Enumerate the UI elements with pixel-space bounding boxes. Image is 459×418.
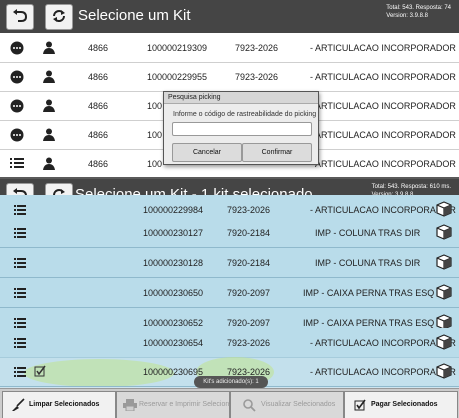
view-selected-button[interactable]: Visualizar Selecionados bbox=[230, 391, 344, 418]
kit-desc: IMP - COLUNA TRAS DIR bbox=[315, 228, 421, 238]
kit-id: 4866 bbox=[88, 43, 109, 53]
kit-row[interactable]: 100000230128 7920-2184 IMP - COLUNA TRAS… bbox=[0, 248, 459, 278]
toast-message: Kit's adicionado(s): 1 bbox=[194, 376, 268, 388]
kit-ref: 7920-2097 bbox=[227, 318, 271, 328]
pay-selected-button[interactable]: Pagar Selecionados bbox=[344, 391, 458, 418]
kit-desc: - ARTICULACAO INCORPORADOR I bbox=[310, 72, 459, 82]
clear-selected-label: Limpar Selecionados bbox=[29, 401, 100, 408]
package-icon[interactable] bbox=[436, 254, 452, 270]
refresh-icon bbox=[53, 10, 65, 22]
kit-row[interactable]: 100000230654 7923-2026 - ARTICULACAO INC… bbox=[0, 328, 459, 358]
kit-ref: 7923-2026 bbox=[227, 338, 271, 348]
kit-code: 100000230654 bbox=[143, 338, 204, 348]
response-info: Total: 543. Resposta: 74 bbox=[386, 5, 451, 11]
list-icon[interactable] bbox=[14, 228, 26, 238]
search-icon bbox=[243, 399, 256, 412]
checkbox-checked-icon[interactable] bbox=[34, 365, 46, 377]
list-icon[interactable] bbox=[14, 258, 26, 268]
list-icon[interactable] bbox=[10, 157, 24, 169]
more-icon[interactable] bbox=[10, 41, 24, 55]
page-title: Selecione um Kit bbox=[78, 7, 191, 24]
reserve-print-button[interactable]: Reservar e Imprimir Seleciona bbox=[116, 391, 234, 418]
kit-code: 100 bbox=[147, 130, 163, 140]
view-selected-label: Visualizar Selecionados bbox=[261, 401, 336, 408]
more-icon[interactable] bbox=[10, 128, 24, 142]
more-icon[interactable] bbox=[10, 70, 24, 84]
kit-ref: 7920-2184 bbox=[227, 228, 271, 238]
top-screen: Selecione um Kit Total: 543. Resposta: 7… bbox=[0, 0, 459, 175]
kit-code: 100000229955 bbox=[147, 72, 208, 82]
list-icon[interactable] bbox=[14, 338, 26, 348]
kit-desc: IMP - CAIXA PERNA TRAS ESQ bbox=[303, 288, 435, 298]
bottom-screen: Selecione um Kit - 1 kit selecionado Tot… bbox=[0, 177, 459, 418]
package-icon[interactable] bbox=[436, 201, 452, 217]
kit-desc: IMP - COLUNA TRAS DIR bbox=[315, 258, 421, 268]
kit-desc: - ARTICULACAO INCORPORADOR I bbox=[310, 43, 459, 53]
dialog-message: Informe o código de rastreabilidade do p… bbox=[173, 111, 317, 118]
kit-desc: IMP - CAIXA PERNA TRAS ESQ bbox=[303, 318, 435, 328]
list-icon[interactable] bbox=[14, 288, 26, 298]
kit-id: 4866 bbox=[88, 130, 109, 140]
kit-code: 100000230127 bbox=[143, 228, 204, 238]
kit-code: 100000229984 bbox=[143, 205, 204, 215]
user-icon bbox=[43, 128, 55, 141]
user-icon bbox=[43, 157, 55, 170]
pay-selected-label: Pagar Selecionados bbox=[371, 401, 438, 408]
kit-code: 100000230652 bbox=[143, 318, 204, 328]
kit-code: 100000230695 bbox=[143, 367, 204, 377]
kit-row[interactable]: 100000230650 7920-2097 IMP - CAIXA PERNA… bbox=[0, 278, 459, 308]
picking-code-input[interactable] bbox=[172, 122, 312, 136]
kit-ref: 7923-2026 bbox=[235, 43, 279, 53]
package-icon[interactable] bbox=[436, 334, 452, 350]
checkbox-checked-icon bbox=[354, 399, 366, 411]
kit-ref: 7920-2097 bbox=[227, 288, 271, 298]
package-icon[interactable] bbox=[436, 224, 452, 240]
undo-icon bbox=[13, 9, 28, 22]
back-button[interactable] bbox=[6, 4, 34, 30]
kit-id: 4866 bbox=[88, 101, 109, 111]
version-info: Version: 3.9.8.8 bbox=[386, 13, 428, 19]
kit-row[interactable]: 4866 100000229955 7923-2026 - ARTICULACA… bbox=[0, 62, 459, 92]
confirm-button[interactable]: Confirmar bbox=[242, 143, 312, 162]
status-info: Total: 543. Resposta: 74 Version: 3.9.8.… bbox=[386, 4, 451, 20]
kit-row[interactable]: 100000230127 7920-2184 IMP - COLUNA TRAS… bbox=[0, 218, 459, 248]
kit-ref: 7923-2026 bbox=[227, 205, 271, 215]
broom-icon bbox=[12, 398, 25, 411]
response-info: Total: 543. Resposta: 610 ms. bbox=[371, 184, 451, 190]
kit-ref: 7920-2184 bbox=[227, 258, 271, 268]
user-icon bbox=[43, 99, 55, 112]
refresh-button[interactable] bbox=[45, 4, 73, 30]
kit-code: 100000230128 bbox=[143, 258, 204, 268]
kit-desc: - ARTICULACAO INCORPORADOR I bbox=[310, 101, 459, 111]
clear-selected-button[interactable]: Limpar Selecionados bbox=[2, 391, 116, 418]
kit-id: 4866 bbox=[88, 72, 109, 82]
printer-icon bbox=[123, 399, 137, 411]
dialog-title: Pesquisa picking bbox=[164, 92, 318, 104]
top-header: Selecione um Kit Total: 543. Resposta: 7… bbox=[0, 0, 459, 33]
kit-desc: - ARTICULACAO INCORPORADOR I bbox=[310, 159, 459, 169]
action-bar: Limpar Selecionados Reservar e Imprimir … bbox=[0, 388, 459, 418]
more-icon[interactable] bbox=[10, 99, 24, 113]
kit-ref: 7923-2026 bbox=[235, 72, 279, 82]
kit-code: 100000219309 bbox=[147, 43, 208, 53]
kit-code: 100000230650 bbox=[143, 288, 204, 298]
list-icon[interactable] bbox=[14, 205, 26, 215]
package-icon[interactable] bbox=[436, 284, 452, 300]
list-icon[interactable] bbox=[14, 318, 26, 328]
cancel-button[interactable]: Cancelar bbox=[172, 143, 242, 162]
package-icon[interactable] bbox=[436, 363, 452, 379]
kit-desc: - ARTICULACAO INCORPORADOR I bbox=[310, 130, 459, 140]
kit-code: 100 bbox=[147, 101, 163, 111]
kit-row[interactable]: 4866 100000219309 7923-2026 - ARTICULACA… bbox=[0, 33, 459, 63]
user-icon bbox=[43, 70, 55, 83]
picking-search-dialog: Pesquisa picking Informe o código de ras… bbox=[163, 91, 319, 165]
kit-id: 4866 bbox=[88, 159, 109, 169]
kit-code: 100 bbox=[147, 159, 163, 169]
reserve-print-label: Reservar e Imprimir Seleciona bbox=[139, 401, 234, 408]
list-icon[interactable] bbox=[14, 367, 26, 377]
user-icon bbox=[43, 41, 55, 54]
